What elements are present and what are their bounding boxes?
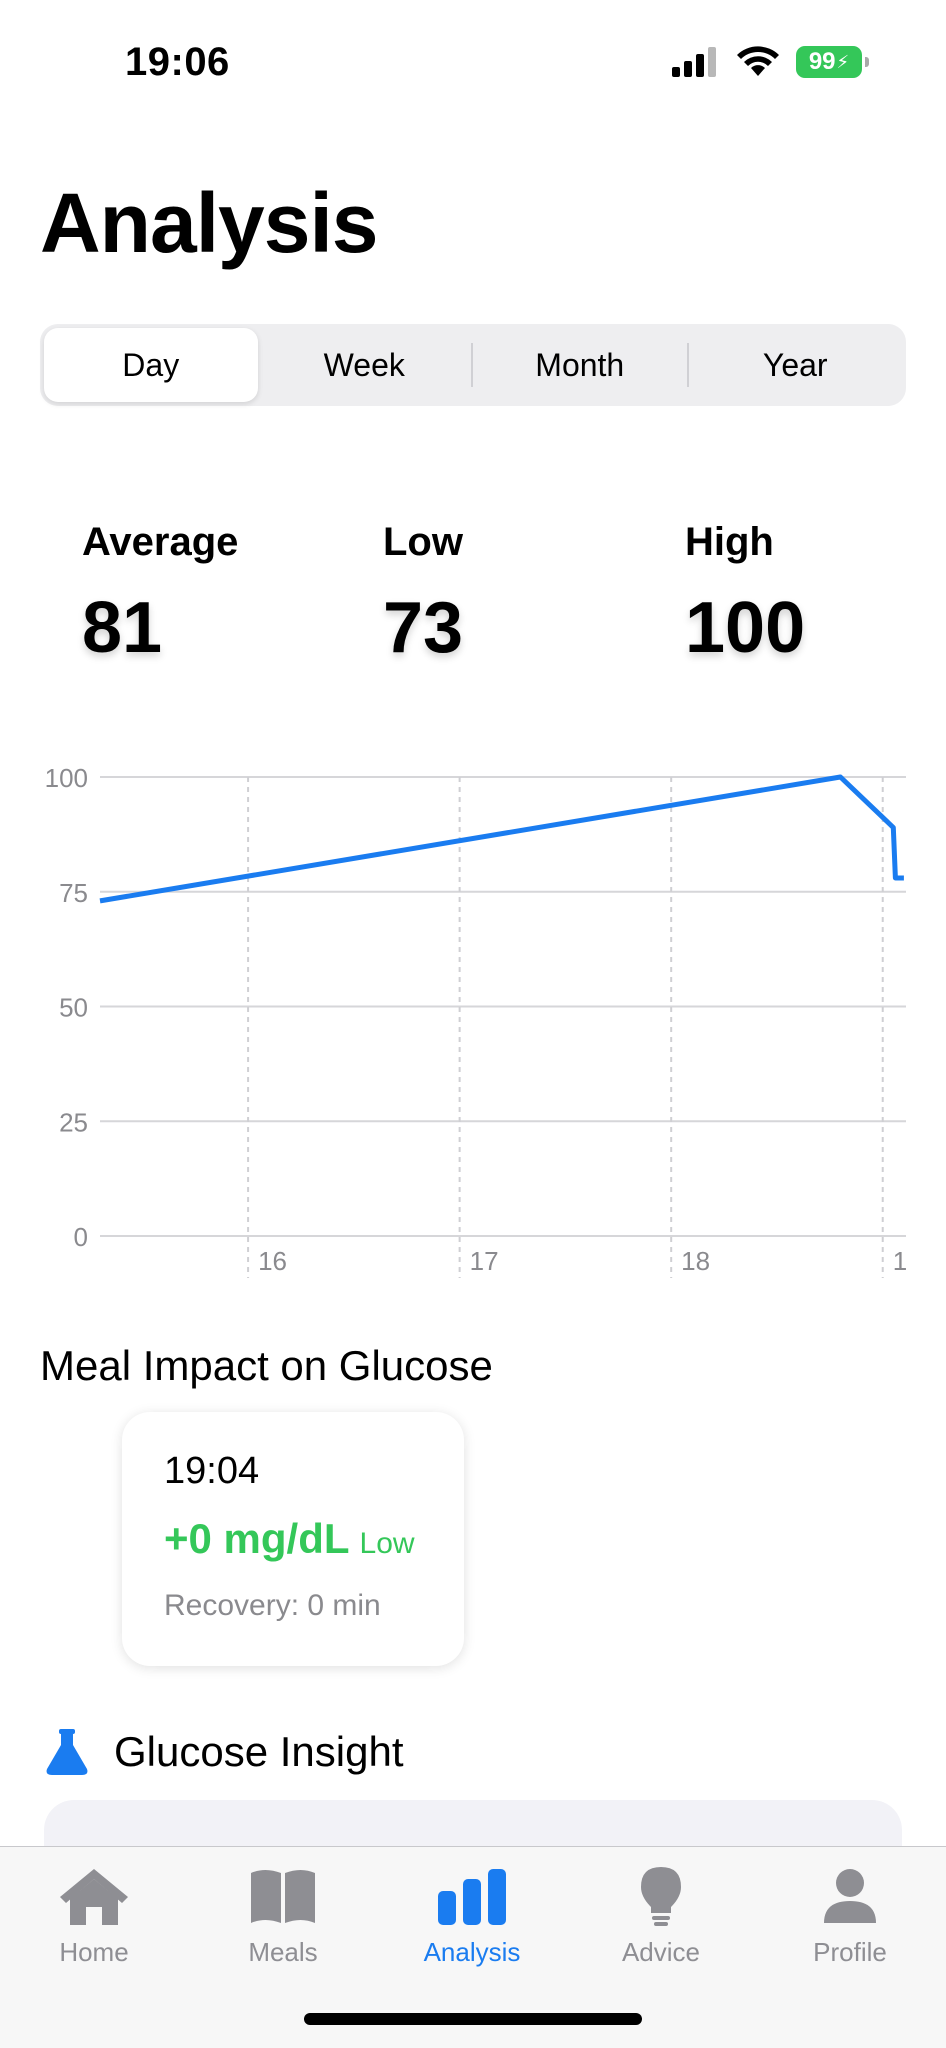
segment-day[interactable]: Day: [44, 328, 258, 402]
x-tick-label: 18: [681, 1246, 710, 1276]
y-tick-label: 75: [59, 878, 88, 908]
y-tick-label: 25: [59, 1107, 88, 1137]
stat-low-label: Low: [383, 520, 463, 564]
period-segmented-control: Day Week Month Year: [40, 324, 906, 406]
segment-month[interactable]: Month: [473, 328, 687, 402]
tab-profile-label: Profile: [813, 1937, 887, 1967]
tab-advice-label: Advice: [621, 1937, 701, 1967]
meal-impact-card[interactable]: 19:04 +0 mg/dL Low Recovery: 0 min: [122, 1412, 464, 1666]
wifi-icon: [737, 46, 779, 76]
home-indicator: [304, 2013, 642, 2025]
lightbulb-icon: [641, 1867, 681, 1926]
bar-chart-icon: [438, 1869, 506, 1925]
stat-high-label: High: [685, 520, 774, 564]
status-icons: 99 ⚡: [672, 46, 869, 78]
y-tick-label: 50: [59, 993, 88, 1023]
tab-home[interactable]: Home: [14, 1865, 174, 1968]
stat-high-value: 100: [685, 588, 806, 668]
y-tick-label: 100: [45, 763, 88, 793]
tab-bar: Home Meals Analysis Advice Profile: [0, 1846, 946, 2048]
tab-analysis[interactable]: Analysis: [392, 1865, 552, 1968]
tab-advice[interactable]: Advice: [581, 1865, 741, 1968]
flask-icon: [46, 1729, 88, 1775]
x-tick-label: 17: [470, 1246, 499, 1276]
glucose-insight-header: Glucose Insight: [46, 1728, 404, 1776]
stat-high: High 100: [685, 520, 805, 669]
y-tick-label: 0: [74, 1222, 88, 1252]
stat-average-value: 81: [82, 588, 163, 668]
house-icon: [60, 1869, 128, 1925]
screen: 19:06 99 ⚡ Analysis Day Week Month Year …: [0, 0, 946, 2048]
stat-low: Low 73: [383, 520, 463, 669]
meal-recovery: Recovery: 0 min: [164, 1589, 381, 1622]
person-icon: [824, 1869, 876, 1923]
stat-average: Average 81: [82, 520, 238, 669]
segment-week[interactable]: Week: [258, 328, 472, 402]
charging-bolt-icon: ⚡: [836, 51, 850, 72]
tab-meals-label: Meals: [248, 1937, 318, 1967]
stat-low-value: 73: [383, 588, 464, 668]
tab-meals[interactable]: Meals: [203, 1865, 363, 1968]
segment-year[interactable]: Year: [689, 328, 903, 402]
meal-impact-row: +0 mg/dL Low: [164, 1515, 464, 1563]
tab-analysis-label: Analysis: [423, 1937, 521, 1967]
x-tick-label: 1: [893, 1246, 907, 1276]
meal-glucose-delta: +0 mg/dL: [164, 1515, 350, 1562]
x-tick-label: 16: [258, 1246, 287, 1276]
meal-impact-title: Meal Impact on Glucose: [40, 1342, 493, 1389]
book-icon: [251, 1870, 315, 1923]
battery-level: 99: [808, 48, 836, 75]
glucose-line-chart: 0 25 50 75 100 16 17 18 1: [45, 763, 907, 1278]
status-time: 19:06: [125, 40, 230, 84]
cellular-signal-icon: [672, 47, 716, 77]
page-title: Analysis: [40, 176, 379, 270]
meal-time: 19:04: [164, 1450, 260, 1492]
tab-home-label: Home: [59, 1937, 129, 1967]
battery-icon: 99 ⚡: [796, 46, 869, 78]
glucose-series-line: [99, 774, 904, 904]
glucose-insight-title: Glucose Insight: [114, 1728, 404, 1775]
tab-profile[interactable]: Profile: [770, 1865, 930, 1968]
meal-impact-level: Low: [359, 1527, 415, 1560]
stat-average-label: Average: [82, 520, 239, 564]
